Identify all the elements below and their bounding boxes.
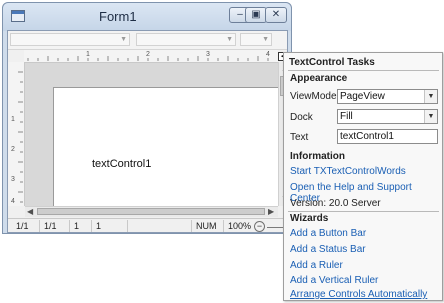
status-empty <box>128 220 192 232</box>
status-section: 1/1 <box>40 220 70 232</box>
viewmode-label: ViewMode <box>290 91 337 102</box>
maximize-button[interactable]: ▣ <box>245 7 267 23</box>
arrange-controls-link[interactable]: Arrange Controls Automatically <box>290 289 427 300</box>
status-page: 1/1 <box>12 220 40 232</box>
textcontrol-tasks-panel: TextControl Tasks Appearance ViewMode Pa… <box>283 52 443 301</box>
dock-select[interactable]: Fill ▼ <box>337 109 438 124</box>
horizontal-scrollbar[interactable]: ◀ ▶ <box>25 206 278 217</box>
text-control[interactable]: textControl1 <box>25 63 278 206</box>
add-status-bar-link[interactable]: Add a Status Bar <box>290 244 366 255</box>
section-information: Information <box>290 151 345 162</box>
style-combo[interactable]: ▼ <box>10 33 130 46</box>
document-text: textControl1 <box>92 158 152 170</box>
ruler-number: 1 <box>11 116 15 123</box>
zoom-out-button[interactable]: − <box>254 221 265 232</box>
divider <box>288 211 439 212</box>
ruler-ticks <box>27 56 269 61</box>
form-icon <box>11 10 25 22</box>
dock-label: Dock <box>290 112 313 123</box>
status-zoom: 100% <box>228 221 252 231</box>
panel-title: TextControl Tasks <box>289 57 375 68</box>
status-line: 1 <box>70 220 92 232</box>
ruler-number: 3 <box>11 176 15 183</box>
text-label: Text <box>290 132 309 143</box>
chevron-down-icon[interactable]: ▼ <box>424 90 437 103</box>
section-wizards: Wizards <box>290 213 329 224</box>
ruler-ticks <box>18 71 23 203</box>
ruler-number: 1 <box>86 51 90 58</box>
section-appearance: Appearance <box>290 73 348 84</box>
chevron-down-icon: ▼ <box>120 36 127 43</box>
form-window: Form1 – ▣ ✕ ▼ ▼ ▼ 1 2 3 4 1 2 3 4 textCo… <box>2 2 292 234</box>
close-button[interactable]: ✕ <box>265 7 287 23</box>
size-combo[interactable]: ▼ <box>240 33 272 46</box>
viewmode-value: PageView <box>340 91 385 102</box>
font-combo[interactable]: ▼ <box>136 33 236 46</box>
divider <box>288 70 439 71</box>
ruler-number: 2 <box>146 51 150 58</box>
chevron-down-icon: ▼ <box>262 36 269 43</box>
add-ruler-link[interactable]: Add a Ruler <box>290 260 343 271</box>
chevron-down-icon[interactable]: ▼ <box>424 110 437 123</box>
form-client-area: ▼ ▼ ▼ 1 2 3 4 1 2 3 4 textControl1 ◀ ▶ 1… <box>7 30 288 233</box>
dock-value: Fill <box>340 111 353 122</box>
add-vertical-ruler-link[interactable]: Add a Vertical Ruler <box>290 275 378 286</box>
text-input[interactable]: textControl1 <box>337 129 438 144</box>
vertical-ruler[interactable]: 1 2 3 4 <box>8 62 25 206</box>
title-bar[interactable]: Form1 – ▣ ✕ <box>3 3 291 31</box>
ruler-number: 3 <box>206 51 210 58</box>
ruler-number: 4 <box>11 198 15 205</box>
start-txtextcontrolwords-link[interactable]: Start TXTextControlWords <box>290 166 406 177</box>
add-button-bar-link[interactable]: Add a Button Bar <box>290 228 366 239</box>
format-toolbar: ▼ ▼ ▼ <box>8 31 287 50</box>
arrow-left-icon[interactable]: ◀ <box>27 207 33 216</box>
arrow-right-icon[interactable]: ▶ <box>268 207 274 216</box>
chevron-down-icon: ▼ <box>226 36 233 43</box>
status-bar: 1/1 1/1 1 1 NUM 100% − <box>8 218 287 232</box>
status-column: 1 <box>92 220 128 232</box>
horizontal-ruler[interactable]: 1 2 3 4 <box>24 50 278 63</box>
ruler-number: 2 <box>11 146 15 153</box>
horizontal-scroll-thumb[interactable] <box>37 208 265 215</box>
version-text: Version: 20.0 Server <box>290 198 381 209</box>
window-title: Form1 <box>99 9 137 24</box>
document-page[interactable] <box>53 87 278 206</box>
ruler-number: 4 <box>266 51 270 58</box>
viewmode-select[interactable]: PageView ▼ <box>337 89 438 104</box>
status-num: NUM <box>192 220 224 232</box>
